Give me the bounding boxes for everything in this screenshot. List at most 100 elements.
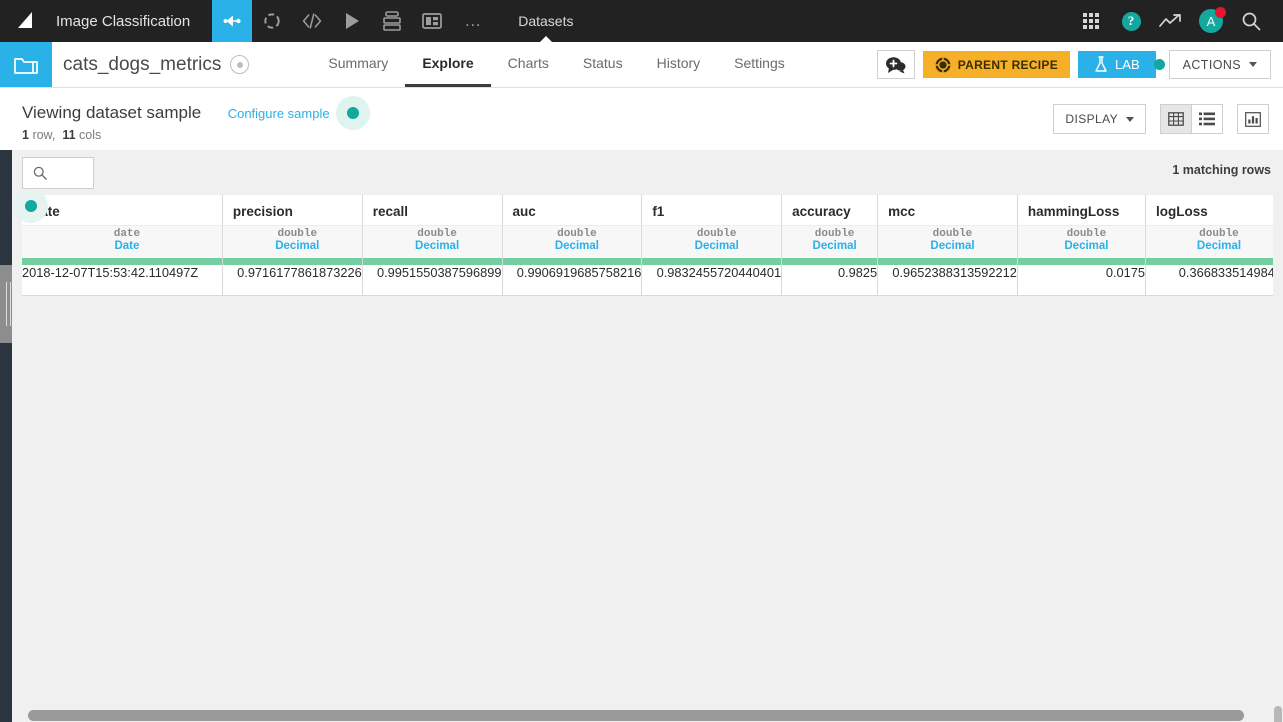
column-meaning-type[interactable]: Decimal	[363, 240, 502, 252]
vertical-scrollbar-thumb[interactable]	[1274, 706, 1282, 722]
chart-view-icon[interactable]	[1237, 104, 1269, 134]
column-header-date[interactable]: date dateDate	[22, 195, 222, 258]
search-icon	[33, 166, 47, 180]
table-row[interactable]: 2018-12-07T15:53:42.110497Z0.97161778618…	[22, 265, 1283, 295]
recipe-icon	[935, 57, 951, 73]
lab-label: LAB	[1115, 57, 1140, 72]
data-grid-wrapper: datedateDateprecisiondoubleDecimalrecall…	[22, 195, 1283, 722]
apps-grid-icon[interactable]	[1071, 0, 1111, 42]
parent-recipe-label: PARENT RECIPE	[958, 58, 1058, 72]
column-header-precision[interactable]: precisiondoubleDecimal	[222, 195, 362, 258]
column-header-mcc[interactable]: mcc doubleDecimal	[878, 195, 1018, 258]
tab-status[interactable]: Status	[566, 42, 640, 87]
trending-icon[interactable]	[1151, 0, 1191, 42]
data-grid: datedateDateprecisiondoubleDecimalrecall…	[22, 195, 1283, 296]
column-meaning-type[interactable]: Date	[22, 240, 222, 252]
chevron-down-icon	[1249, 62, 1257, 67]
more-menu-icon[interactable]: …	[452, 0, 494, 42]
dashboard-icon[interactable]	[412, 0, 452, 42]
dataiku-logo-icon[interactable]	[0, 0, 52, 42]
column-header-recall[interactable]: recalldoubleDecimal	[362, 195, 502, 258]
code-icon[interactable]	[292, 0, 332, 42]
avatar[interactable]: A	[1191, 0, 1231, 42]
column-meaning-type[interactable]: Decimal	[782, 240, 877, 252]
topbar-right-actions: ? A	[1071, 0, 1283, 42]
column-type-block: dateDate	[22, 225, 222, 258]
column-name: date	[22, 195, 222, 219]
column-type-block: doubleDecimal	[1146, 225, 1282, 258]
column-storage-type: double	[363, 226, 502, 240]
cell-mcc[interactable]: 0.9652388313592212	[878, 265, 1018, 295]
jobs-icon[interactable]	[372, 0, 412, 42]
column-meaning-type[interactable]: Decimal	[878, 240, 1017, 252]
column-meaning-type[interactable]: Decimal	[223, 240, 362, 252]
tab-history[interactable]: History	[640, 42, 718, 87]
column-type-block: doubleDecimal	[1018, 225, 1145, 258]
cell-recall[interactable]: 0.9951550387596899	[362, 265, 502, 295]
tab-charts[interactable]: Charts	[491, 42, 566, 87]
column-meaning-type[interactable]: Decimal	[642, 240, 781, 252]
tab-summary[interactable]: Summary	[311, 42, 405, 87]
parent-recipe-button[interactable]: PARENT RECIPE	[923, 51, 1070, 78]
column-name: precision	[223, 195, 362, 219]
notification-badge-icon	[1215, 7, 1226, 18]
column-meaning-type[interactable]: Decimal	[503, 240, 642, 252]
rail-accent	[0, 42, 12, 50]
tab-explore[interactable]: Explore	[405, 42, 490, 87]
left-rail	[0, 150, 12, 722]
top-navigation-bar: Image Classification	[0, 0, 1283, 42]
flask-icon	[1094, 56, 1108, 73]
vertical-scrollbar[interactable]	[1273, 150, 1283, 708]
column-header-accuracy[interactable]: accuracydoubleDecimal	[782, 195, 878, 258]
column-storage-type: double	[878, 226, 1017, 240]
lab-circle-icon[interactable]	[252, 0, 292, 42]
column-header-logLoss[interactable]: logLoss doubleDecimal	[1145, 195, 1282, 258]
tab-label: History	[657, 55, 701, 71]
tab-label: Summary	[328, 55, 388, 71]
cell-auc[interactable]: 0.9906919685758216	[502, 265, 642, 295]
cell-accuracy[interactable]: 0.9825	[782, 265, 878, 295]
tab-settings[interactable]: Settings	[717, 42, 802, 87]
configure-sample-link[interactable]: Configure sample	[228, 106, 330, 121]
column-header-hammingLoss[interactable]: hammingLossdoubleDecimal	[1017, 195, 1145, 258]
column-header-f1[interactable]: f1doubleDecimal	[642, 195, 782, 258]
search-icon[interactable]	[1231, 0, 1271, 42]
tab-label: Charts	[508, 55, 549, 71]
list-view-icon[interactable]	[1191, 105, 1222, 133]
flow-icon[interactable]	[212, 0, 252, 42]
grid-view-icon[interactable]	[1161, 105, 1191, 133]
cell-date[interactable]: 2018-12-07T15:53:42.110497Z	[22, 265, 222, 295]
column-name: auc	[503, 195, 642, 219]
column-storage-type: double	[642, 226, 781, 240]
add-discussion-icon[interactable]	[877, 50, 915, 79]
sample-title: Viewing dataset sample	[22, 103, 201, 123]
actions-button[interactable]: ACTIONS	[1169, 50, 1271, 79]
lab-button[interactable]: LAB	[1078, 51, 1156, 78]
column-status-dot	[14, 189, 48, 223]
nav-section-datasets[interactable]: Datasets	[510, 0, 581, 42]
dataset-status-icon[interactable]	[230, 55, 249, 74]
cell-precision[interactable]: 0.9716177861873226	[222, 265, 362, 295]
column-type-block: doubleDecimal	[642, 225, 781, 258]
quality-bar-segment	[1017, 258, 1145, 265]
column-meaning-type[interactable]: Decimal	[1018, 240, 1145, 252]
cell-hammingLoss[interactable]: 0.0175	[1017, 265, 1145, 295]
dataiku-explore-page: Image Classification	[0, 0, 1283, 722]
horizontal-scrollbar-thumb[interactable]	[28, 710, 1244, 721]
column-name: logLoss	[1146, 195, 1282, 219]
column-header-auc[interactable]: aucdoubleDecimal	[502, 195, 642, 258]
play-icon[interactable]	[332, 0, 372, 42]
column-storage-type: double	[1018, 226, 1145, 240]
dataset-tabs: Summary Explore Charts Status History Se…	[311, 42, 801, 87]
cell-logLoss[interactable]: 0.3668335149844	[1145, 265, 1282, 295]
display-button[interactable]: DISPLAY	[1053, 104, 1146, 134]
help-icon[interactable]: ?	[1111, 0, 1151, 42]
cell-f1[interactable]: 0.9832455720440401	[642, 265, 782, 295]
horizontal-scrollbar[interactable]	[12, 707, 1283, 722]
column-name: mcc	[878, 195, 1017, 219]
column-meaning-type[interactable]: Decimal	[1146, 240, 1282, 252]
column-quality-bar	[22, 258, 1283, 265]
search-input[interactable]	[22, 157, 94, 189]
tab-label: Status	[583, 55, 623, 71]
project-name[interactable]: Image Classification	[56, 13, 190, 30]
